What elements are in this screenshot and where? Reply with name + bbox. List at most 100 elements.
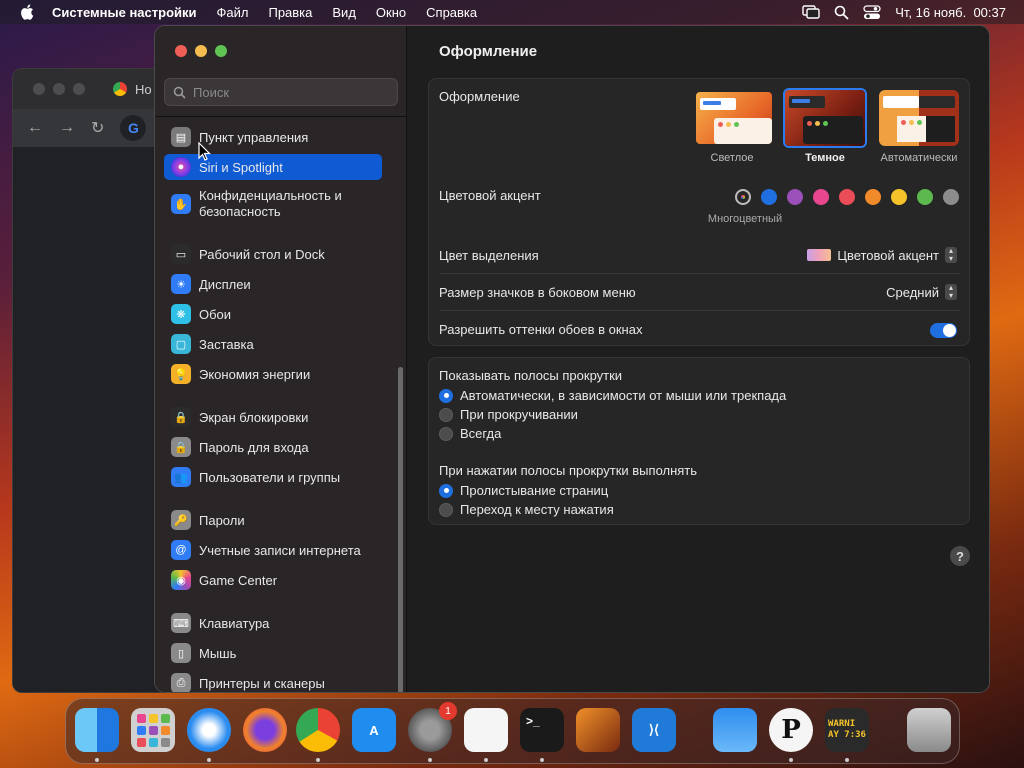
google-icon[interactable]: G <box>120 115 147 141</box>
menu-app-name[interactable]: Системные настройки <box>52 5 197 20</box>
window-minimize-button[interactable] <box>53 83 65 95</box>
sidebar-item-9[interactable]: 🔒 Экран блокировки <box>164 404 382 430</box>
sidebar-item-14[interactable]: ◉ Game Center <box>164 567 382 593</box>
screen-mirroring-icon[interactable] <box>802 5 820 19</box>
appearance-dark-caption: Темное <box>805 152 845 164</box>
notification-badge: 1 <box>439 702 457 720</box>
sidebar-item-label: Экономия энергии <box>199 366 311 382</box>
help-button[interactable]: ? <box>950 546 970 566</box>
vscode-icon[interactable]: ⟩⟨ <box>632 708 676 752</box>
radio-label: Пролистывание страниц <box>460 483 609 498</box>
back-arrow-icon[interactable]: ← <box>27 119 43 137</box>
appearance-auto-option[interactable] <box>879 90 959 146</box>
appearance-dark-option[interactable] <box>783 88 867 148</box>
sidebar-item-17[interactable]: ⎙ Принтеры и сканеры <box>164 670 382 692</box>
finder-icon[interactable] <box>75 708 119 752</box>
radio-button[interactable] <box>439 483 453 498</box>
reload-icon[interactable]: ↻ <box>91 118 104 138</box>
console-icon[interactable]: WARNI AY 7:36 <box>825 708 869 752</box>
spotlight-search-icon[interactable] <box>834 5 849 20</box>
accent-swatch-2[interactable] <box>787 189 803 205</box>
highlight-color-popup[interactable]: Цветовой акцент ▴ ▾ <box>807 247 957 263</box>
appearance-label: Оформление <box>439 89 520 104</box>
accent-multicolor-swatch[interactable] <box>735 189 751 205</box>
scrollbars-always-radio[interactable]: Всегда <box>439 426 501 441</box>
click-jump-to-spot-radio[interactable]: Переход к месту нажатия <box>439 502 614 517</box>
menu-view[interactable]: Вид <box>332 5 356 20</box>
sidebar-item-16[interactable]: ▯ Мышь <box>164 640 382 666</box>
radio-button[interactable] <box>439 502 453 517</box>
sidebar-icon-size-popup[interactable]: Средний ▴ ▾ <box>886 284 957 300</box>
menu-file[interactable]: Файл <box>217 5 249 20</box>
sidebar-item-8[interactable]: 💡 Экономия энергии <box>164 361 382 387</box>
radio-label: При прокручивании <box>460 407 578 422</box>
sidebar-item-11[interactable]: 👥 Пользователи и группы <box>164 464 382 490</box>
firefox-icon[interactable] <box>243 708 287 752</box>
sidebar-item-4[interactable]: ▭ Рабочий стол и Dock <box>164 241 382 267</box>
terminal-icon[interactable]: >_ <box>520 708 564 752</box>
radio-label: Всегда <box>460 426 502 441</box>
p-app-icon[interactable]: P <box>769 708 813 752</box>
window-zoom-button[interactable] <box>73 83 85 95</box>
control-center-icon[interactable] <box>863 4 881 20</box>
sidebar-item-6[interactable]: ❋ Обои <box>164 301 382 327</box>
sidebar-item-label: Пароль для входа <box>199 439 309 455</box>
screensaver-icon: ▢ <box>171 334 191 354</box>
click-next-page-radio[interactable]: Пролистывание страниц <box>439 483 608 498</box>
scrollbars-auto-radio[interactable]: Автоматически, в зависимости от мыши или… <box>439 388 786 403</box>
sidebar-scrollbar[interactable] <box>398 367 403 692</box>
chrome-icon[interactable] <box>296 708 340 752</box>
sidebar-icon-size-value: Средний <box>886 284 939 300</box>
app-store-icon[interactable]: A <box>352 708 396 752</box>
forward-arrow-icon[interactable]: → <box>59 119 75 137</box>
window-close-button[interactable] <box>33 83 45 95</box>
garageband-icon[interactable] <box>576 708 620 752</box>
sidebar-item-7[interactable]: ▢ Заставка <box>164 331 382 357</box>
click-scrollbar-label: При нажатии полосы прокрутки выполнять <box>439 463 698 478</box>
search-icon <box>173 86 186 99</box>
radio-label: Переход к месту нажатия <box>460 502 614 517</box>
accent-swatch-6[interactable] <box>891 189 907 205</box>
safari-icon[interactable] <box>187 708 231 752</box>
radio-button[interactable] <box>439 407 453 422</box>
apple-logo-icon[interactable] <box>20 4 34 20</box>
window-zoom-button[interactable] <box>215 45 227 57</box>
sidebar-item-10[interactable]: 🔒 Пароль для входа <box>164 434 382 460</box>
accent-swatch-1[interactable] <box>761 189 777 205</box>
menubar-clock[interactable]: Чт, 16 нояб. 00:37 <box>895 5 1006 20</box>
sidebar-item-1[interactable]: ▤ Пункт управления <box>164 124 382 150</box>
menu-window[interactable]: Окно <box>376 5 406 20</box>
sidebar-item-12[interactable]: 🔑 Пароли <box>164 507 382 533</box>
sidebar-item-5[interactable]: ☀ Дисплеи <box>164 271 382 297</box>
display-icon: ☀ <box>171 274 191 294</box>
accent-swatch-5[interactable] <box>865 189 881 205</box>
accent-swatch-7[interactable] <box>917 189 933 205</box>
radio-button[interactable] <box>439 426 453 441</box>
appearance-auto-caption: Автоматически <box>880 152 958 164</box>
accent-swatch-4[interactable] <box>839 189 855 205</box>
sidebar-item-15[interactable]: ⌨ Клавиатура <box>164 610 382 636</box>
browser-tab-label[interactable]: Но <box>135 82 152 97</box>
wallpaper-tinting-toggle[interactable] <box>930 323 957 338</box>
appearance-card: Оформление Светлое Темное Автоматически … <box>428 78 970 346</box>
textedit-icon[interactable] <box>464 708 508 752</box>
sidebar-item-13[interactable]: @ Учетные записи интернета <box>164 537 382 563</box>
launchpad-icon[interactable] <box>131 708 175 752</box>
scrollbars-when-scrolling-radio[interactable]: При прокручивании <box>439 407 578 422</box>
popup-chevron-icon: ▴ ▾ <box>945 247 957 263</box>
sidebar-item-3[interactable]: ✋ Конфиденциальность и безопасность <box>164 184 382 224</box>
menu-edit[interactable]: Правка <box>268 5 312 20</box>
window-minimize-button[interactable] <box>195 45 207 57</box>
weather-icon[interactable] <box>713 708 757 752</box>
appearance-light-option[interactable] <box>694 90 774 146</box>
sidebar-item-2[interactable]: ● Siri и Spotlight <box>164 154 382 180</box>
window-close-button[interactable] <box>175 45 187 57</box>
sidebar-list: ▤ Пункт управления ● Siri и Spotlight ✋ Конфи… <box>155 117 407 692</box>
accent-swatch-3[interactable] <box>813 189 829 205</box>
search-field[interactable]: Поиск <box>164 78 398 106</box>
menu-help[interactable]: Справка <box>426 5 477 20</box>
radio-button[interactable] <box>439 388 453 403</box>
accent-swatch-8[interactable] <box>943 189 959 205</box>
users-icon: 👥 <box>171 467 191 487</box>
trash-icon[interactable] <box>907 708 951 752</box>
